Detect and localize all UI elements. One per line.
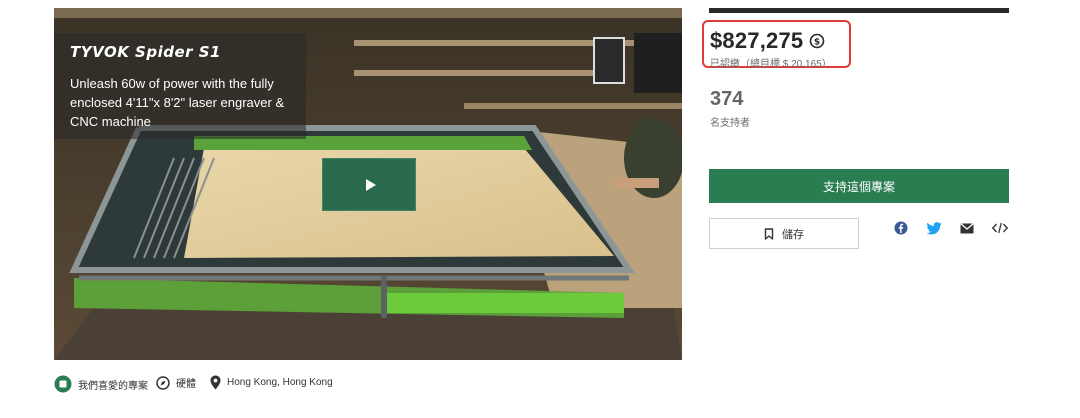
play-icon bbox=[365, 178, 376, 191]
currency-convert-icon[interactable]: $ bbox=[809, 33, 825, 54]
save-label: 儲存 bbox=[782, 228, 804, 241]
tag-label: 硬體 bbox=[176, 379, 196, 390]
compass-icon bbox=[156, 375, 170, 390]
pledged-amount: $827,275 bbox=[710, 28, 804, 53]
back-project-button[interactable]: 支持這個專案 bbox=[709, 169, 1009, 203]
tag-location[interactable]: Hong Kong, Hong Kong bbox=[210, 375, 333, 390]
email-icon[interactable] bbox=[958, 220, 976, 236]
goal-text: 已認繳（總目標 $ 20,165） bbox=[710, 59, 832, 70]
kickstarter-badge-icon bbox=[54, 375, 72, 393]
play-button[interactable] bbox=[322, 158, 416, 211]
backers-count: 374 bbox=[710, 88, 744, 110]
location-pin-icon bbox=[210, 375, 221, 390]
twitter-icon[interactable] bbox=[925, 220, 943, 236]
facebook-icon[interactable] bbox=[892, 220, 910, 236]
svg-text:$: $ bbox=[814, 38, 820, 48]
project-video[interactable]: TYVOK Spider S1 Unleash 60w of power wit… bbox=[54, 8, 682, 360]
tag-label: Hong Kong, Hong Kong bbox=[227, 377, 333, 388]
video-brand-title: TYVOK Spider S1 bbox=[70, 43, 221, 61]
progress-bar bbox=[709, 8, 1009, 13]
embed-icon[interactable] bbox=[991, 220, 1009, 236]
video-tagline: Unleash 60w of power with the fully encl… bbox=[70, 76, 285, 129]
tag-label: 我們喜愛的專案 bbox=[78, 380, 148, 392]
tag-projects-we-love[interactable]: 我們喜愛的專案 bbox=[54, 375, 148, 393]
backers-label: 名支持者 bbox=[710, 118, 750, 129]
save-button[interactable]: 儲存 bbox=[709, 218, 859, 249]
tag-category[interactable]: 硬體 bbox=[156, 375, 196, 390]
bookmark-icon bbox=[764, 227, 774, 240]
